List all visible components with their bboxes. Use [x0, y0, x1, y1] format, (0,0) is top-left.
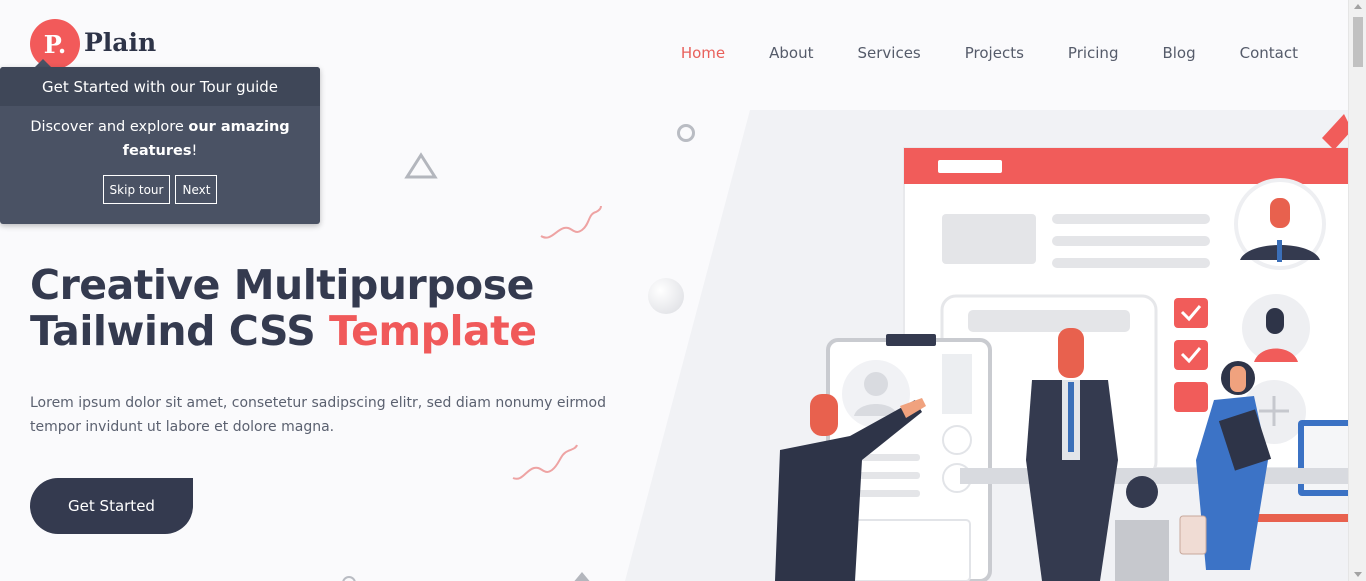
page-scrollbar[interactable]	[1348, 0, 1366, 581]
nav-blog[interactable]: Blog	[1162, 44, 1195, 62]
hero-title-accent: Template	[329, 307, 537, 355]
hero-title: Creative Multipurpose Tailwind CSS Templ…	[30, 262, 537, 354]
squiggle-decoration	[540, 205, 602, 239]
get-started-button[interactable]: Get Started	[30, 478, 193, 534]
tour-body: Discover and explore our amazing feature…	[0, 106, 320, 163]
tour-title: Get Started with our Tour guide	[0, 67, 320, 106]
nav-home[interactable]: Home	[681, 44, 725, 62]
tour-popover: Get Started with our Tour guide Discover…	[0, 67, 320, 224]
nav-pricing[interactable]: Pricing	[1068, 44, 1119, 62]
hero-illustration	[625, 110, 1348, 581]
squiggle-decoration	[512, 444, 578, 480]
hero-description: Lorem ipsum dolor sit amet, consetetur s…	[30, 395, 606, 435]
nav-contact[interactable]: Contact	[1240, 44, 1298, 62]
nav-projects[interactable]: Projects	[965, 44, 1024, 62]
skip-tour-button[interactable]: Skip tour	[102, 175, 171, 204]
tour-buttons: Skip tour Next	[0, 175, 320, 204]
main-nav: Home About Services Projects Pricing Blo…	[637, 44, 1298, 62]
tour-body-text: Discover and explore	[30, 119, 189, 135]
next-button[interactable]: Next	[175, 175, 218, 204]
ring-decoration	[342, 576, 356, 581]
nav-about[interactable]: About	[769, 44, 813, 62]
logo-name: Plain	[84, 27, 157, 57]
tour-body-end: !	[191, 143, 198, 159]
triangle-decoration	[404, 152, 438, 179]
triangle-decoration	[574, 572, 590, 581]
nav-services[interactable]: Services	[858, 44, 921, 62]
hero-title-line1: Creative Multipurpose	[30, 261, 534, 309]
hero-title-line2: Tailwind CSS	[30, 307, 330, 355]
page: P. Plain Home About Services Projects Pr…	[0, 0, 1348, 581]
tour-pointer	[35, 59, 51, 67]
scroll-thumb[interactable]	[1353, 17, 1363, 67]
scroll-down-arrow-icon[interactable]	[1354, 572, 1362, 577]
scroll-up-arrow-icon[interactable]	[1354, 4, 1362, 9]
